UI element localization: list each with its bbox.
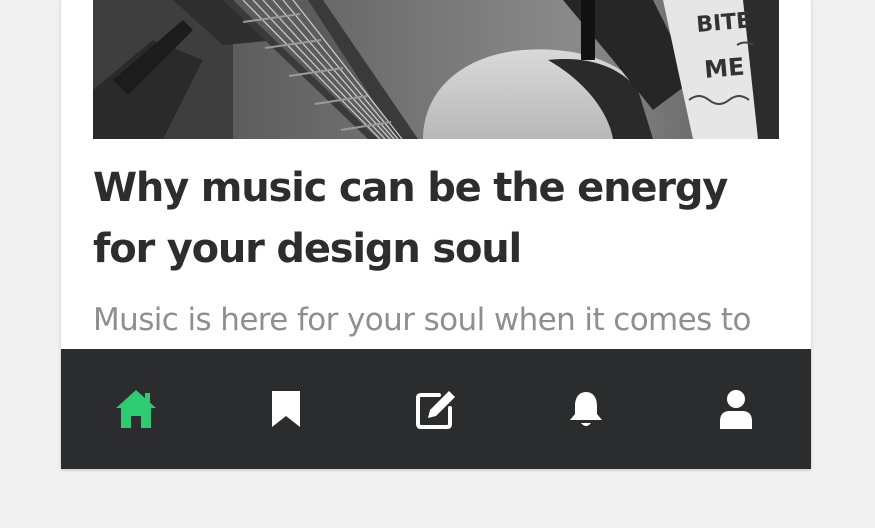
nav-profile[interactable] (696, 369, 776, 449)
nav-home[interactable] (96, 369, 176, 449)
bell-icon (570, 392, 602, 426)
article-hero-image[interactable]: BITE ME (93, 0, 779, 139)
article-excerpt: Music is here for your soul when it come… (93, 302, 751, 338)
guitar-photo: BITE ME (93, 0, 779, 139)
bookmark-icon (272, 391, 300, 427)
home-icon (116, 390, 156, 428)
edit-icon (416, 391, 455, 429)
svg-text:ME: ME (703, 53, 746, 84)
article-card[interactable]: BITE ME Why music can be the energy for … (61, 0, 811, 469)
article-title[interactable]: Why music can be the energy for your des… (93, 158, 783, 280)
nav-bookmarks[interactable] (246, 369, 326, 449)
user-icon (720, 390, 752, 429)
svg-text:BITE: BITE (695, 8, 752, 38)
nav-notifications[interactable] (546, 369, 626, 449)
nav-write[interactable] (396, 369, 476, 449)
bottom-navigation-bar (61, 349, 811, 469)
